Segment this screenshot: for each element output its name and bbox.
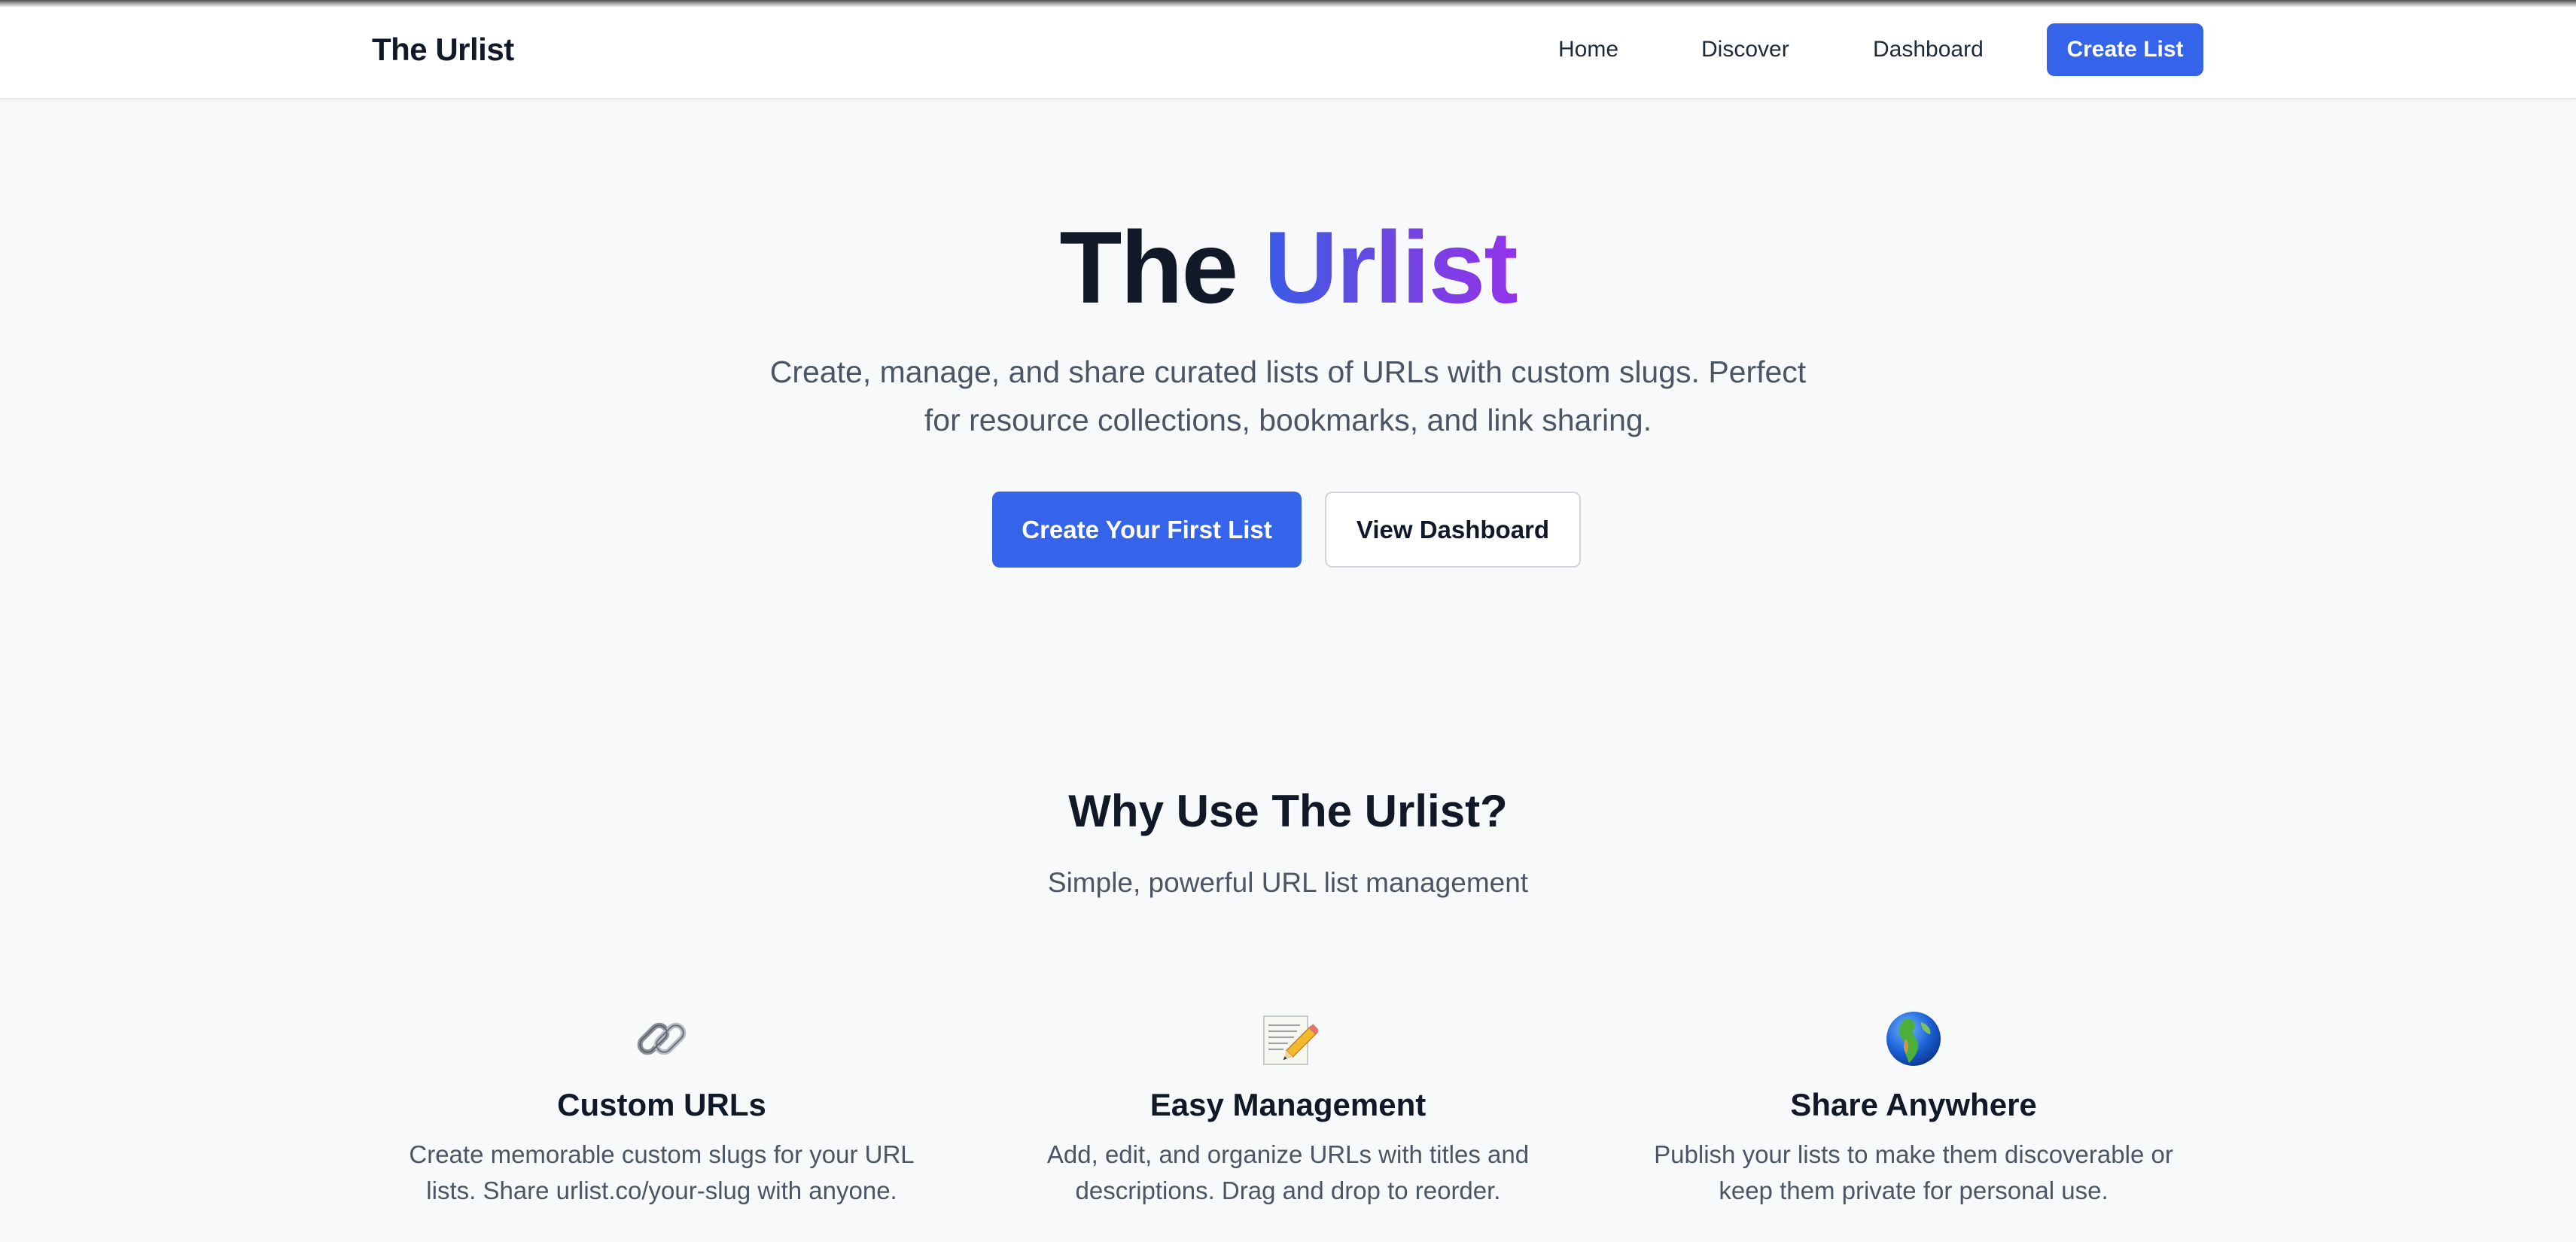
feature-title: Custom URLs: [557, 1087, 766, 1122]
hero-title-the: The: [1059, 210, 1238, 324]
feature-card-easy-management: Easy Management Add, edit, and organize …: [1017, 1009, 1559, 1209]
link-icon: [637, 1022, 687, 1055]
hero-title: The Urlist: [0, 211, 2576, 324]
feature-description: Create memorable custom slugs for your U…: [409, 1140, 915, 1204]
nav-link-discover[interactable]: Discover: [1701, 33, 1789, 66]
view-dashboard-button[interactable]: View Dashboard: [1325, 492, 1581, 568]
nav-link-dashboard[interactable]: Dashboard: [1873, 33, 1984, 66]
why-subtitle: Simple, powerful URL list management: [1047, 867, 1529, 898]
brand-logo[interactable]: The Urlist: [372, 30, 514, 69]
hero-title-urlist: Urlist: [1263, 210, 1518, 324]
create-list-button[interactable]: Create List: [2047, 23, 2203, 76]
feature-card-share-anywhere: Share Anywhere Publish your lists to mak…: [1643, 1009, 2185, 1209]
nav-link-home[interactable]: Home: [1558, 33, 1618, 66]
feature-description: Publish your lists to make them discover…: [1654, 1140, 2173, 1204]
globe-icon: [1886, 1012, 1941, 1066]
feature-card-custom-urls: Custom URLs Create memorable custom slug…: [391, 1009, 933, 1209]
memo-icon: [1263, 1015, 1318, 1065]
why-title: Why Use The Urlist?: [1068, 786, 1508, 836]
feature-description: Add, edit, and organize URLs with titles…: [1046, 1140, 1530, 1204]
window-top-edge: [0, 0, 2576, 8]
feature-title: Easy Management: [1149, 1087, 1427, 1122]
hero-subtitle: Create, manage, and share curated lists …: [769, 355, 1807, 437]
create-first-list-button[interactable]: Create Your First List: [992, 492, 1302, 568]
feature-title: Share Anywhere: [1790, 1087, 2037, 1122]
navbar: The Urlist Home Discover Dashboard Creat…: [0, 0, 2576, 99]
